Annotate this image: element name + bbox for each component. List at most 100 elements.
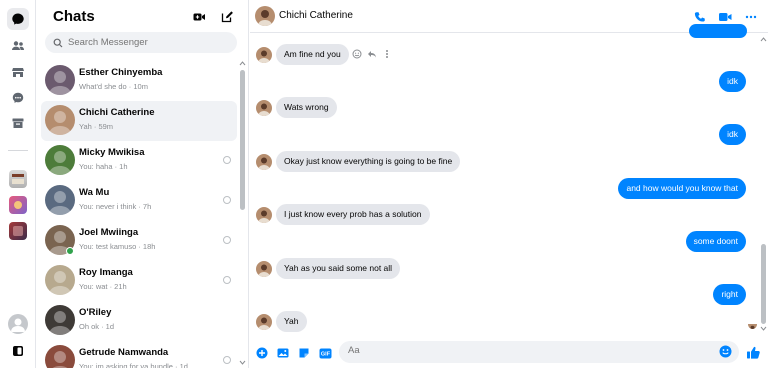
contact-name[interactable]: Chichi Catherine — [279, 10, 353, 21]
chat-list-item[interactable]: Joel Mwiinga You: test kamuso · 18h — [41, 221, 237, 261]
contact-name: Wa Mu — [79, 187, 110, 198]
chat-list-item[interactable]: Wa Mu You: never i think · 7h — [41, 181, 237, 221]
delivered-check-icon — [223, 236, 231, 244]
sender-avatar[interactable] — [256, 100, 272, 116]
contact-name: Micky Mwikisa — [79, 147, 145, 158]
contact-avatar — [45, 105, 75, 135]
messenger-app: Chats Esther Chinyemba What'd she do · 10… — [0, 0, 768, 368]
compose-icon[interactable] — [219, 9, 235, 25]
chat-list-panel: Chats Esther Chinyemba What'd she do · 10… — [37, 0, 249, 368]
outgoing-message[interactable]: idk — [719, 71, 746, 92]
incoming-message[interactable]: I just know every prob has a solution — [276, 204, 430, 225]
conversation-panel: Chichi Catherine Am fine nd you idk Wats w… — [250, 0, 768, 368]
last-message-preview: Oh ok · 1d — [79, 322, 115, 331]
chat-bubble-icon[interactable] — [7, 8, 29, 30]
delivered-check-icon — [223, 196, 231, 204]
conversation-scrollbar[interactable] — [758, 34, 768, 334]
contact-avatar — [45, 265, 75, 295]
scroll-down-icon[interactable] — [760, 326, 767, 332]
search-bar — [45, 32, 237, 53]
message-input[interactable] — [348, 345, 708, 356]
message-bubble-cutoff — [689, 24, 747, 38]
contact-avatar — [45, 305, 75, 335]
message-composer: GIF — [250, 338, 768, 368]
more-actions-icon[interactable] — [381, 48, 393, 60]
chat-list-item[interactable]: Micky Mwikisa You: haha · 1h — [41, 141, 237, 181]
contact-name: O'Riley — [79, 307, 112, 318]
thumbs-up-icon[interactable] — [745, 344, 761, 360]
chat-list-title: Chats — [53, 8, 95, 25]
chat-list-item[interactable]: Esther Chinyemba What'd she do · 10m — [41, 61, 237, 101]
emoji-react-icon[interactable] — [351, 48, 363, 60]
last-message-preview: You: test kamuso · 18h — [79, 242, 156, 251]
incoming-message[interactable]: Am fine nd you — [276, 44, 349, 65]
chat-list-scroll-thumb[interactable] — [240, 70, 245, 210]
chat-list-item[interactable]: O'Riley Oh ok · 1d — [41, 301, 237, 341]
emoji-icon[interactable] — [719, 345, 733, 359]
svg-text:GIF: GIF — [320, 351, 330, 357]
contact-avatar[interactable] — [255, 6, 275, 26]
left-rail — [0, 0, 36, 368]
last-message-preview: Yah · 59m — [79, 122, 114, 131]
reply-icon[interactable] — [366, 48, 378, 60]
contact-name: Getrude Namwanda — [79, 347, 169, 358]
contact-avatar — [45, 345, 75, 368]
rail-divider — [8, 150, 28, 151]
marketplace-icon[interactable] — [7, 61, 29, 83]
video-call-icon[interactable] — [717, 9, 733, 25]
sender-avatar[interactable] — [256, 47, 272, 63]
phone-icon[interactable] — [692, 9, 708, 25]
scroll-up-icon[interactable] — [239, 60, 246, 66]
profile-avatar[interactable] — [8, 314, 28, 334]
sender-avatar[interactable] — [256, 207, 272, 223]
incoming-message[interactable]: Yah as you said some not all — [276, 258, 401, 279]
contact-name: Joel Mwiinga — [79, 227, 139, 238]
delivered-check-icon — [223, 356, 231, 364]
video-plus-icon[interactable] — [191, 9, 207, 25]
sticker-icon[interactable] — [297, 346, 311, 360]
sidebar-toggle-icon[interactable] — [7, 340, 29, 362]
conversation-scroll-thumb[interactable] — [761, 244, 766, 324]
gif-icon[interactable]: GIF — [318, 346, 332, 360]
contact-avatar — [45, 185, 75, 215]
more-options-icon[interactable] — [743, 9, 759, 25]
app-2-icon[interactable] — [9, 196, 27, 214]
last-message-preview: You: im asking for ya bundle · 1d — [79, 362, 188, 368]
search-input[interactable] — [68, 37, 228, 48]
sender-avatar[interactable] — [256, 154, 272, 170]
app-3-icon[interactable] — [9, 222, 27, 240]
contact-avatar — [45, 145, 75, 175]
plus-circle-icon[interactable] — [255, 346, 269, 360]
sender-avatar[interactable] — [256, 261, 272, 277]
people-icon[interactable] — [7, 35, 29, 57]
outgoing-message[interactable]: some doont — [685, 231, 746, 252]
chat-list-scrollbar[interactable] — [237, 58, 247, 368]
search-icon — [53, 38, 63, 47]
outgoing-message[interactable]: and how would you know that — [618, 178, 746, 199]
app-1-icon[interactable] — [9, 170, 27, 188]
message-request-icon[interactable] — [7, 87, 29, 109]
scroll-up-icon[interactable] — [760, 36, 767, 42]
delivered-check-icon — [223, 276, 231, 284]
incoming-message[interactable]: Okay just know everything is going to be… — [276, 151, 461, 172]
conversation-list: Esther Chinyemba What'd she do · 10m Chich… — [41, 61, 237, 368]
last-message-preview: You: wat · 21h — [79, 282, 127, 291]
last-message-preview: What'd she do · 10m — [79, 82, 148, 91]
scroll-down-icon[interactable] — [239, 360, 246, 366]
sender-avatar[interactable] — [256, 314, 272, 330]
contact-name: Esther Chinyemba — [79, 67, 163, 78]
image-icon[interactable] — [276, 346, 290, 360]
last-message-preview: You: never i think · 7h — [79, 202, 152, 211]
chat-list-item[interactable]: Chichi Catherine Yah · 59m — [41, 101, 237, 141]
outgoing-message[interactable]: right — [713, 284, 746, 305]
contact-name: Chichi Catherine — [79, 107, 155, 118]
chat-list-item[interactable]: Getrude Namwanda You: im asking for ya bu… — [41, 341, 237, 368]
incoming-message[interactable]: Wats wrong — [276, 97, 337, 118]
outgoing-message[interactable]: idk — [719, 124, 746, 145]
last-message-preview: You: haha · 1h — [79, 162, 128, 171]
chat-list-item[interactable]: Roy Imanga You: wat · 21h — [41, 261, 237, 301]
message-box — [339, 341, 739, 363]
incoming-message[interactable]: Yah — [276, 311, 307, 332]
archive-icon[interactable] — [7, 112, 29, 134]
contact-avatar — [45, 65, 75, 95]
